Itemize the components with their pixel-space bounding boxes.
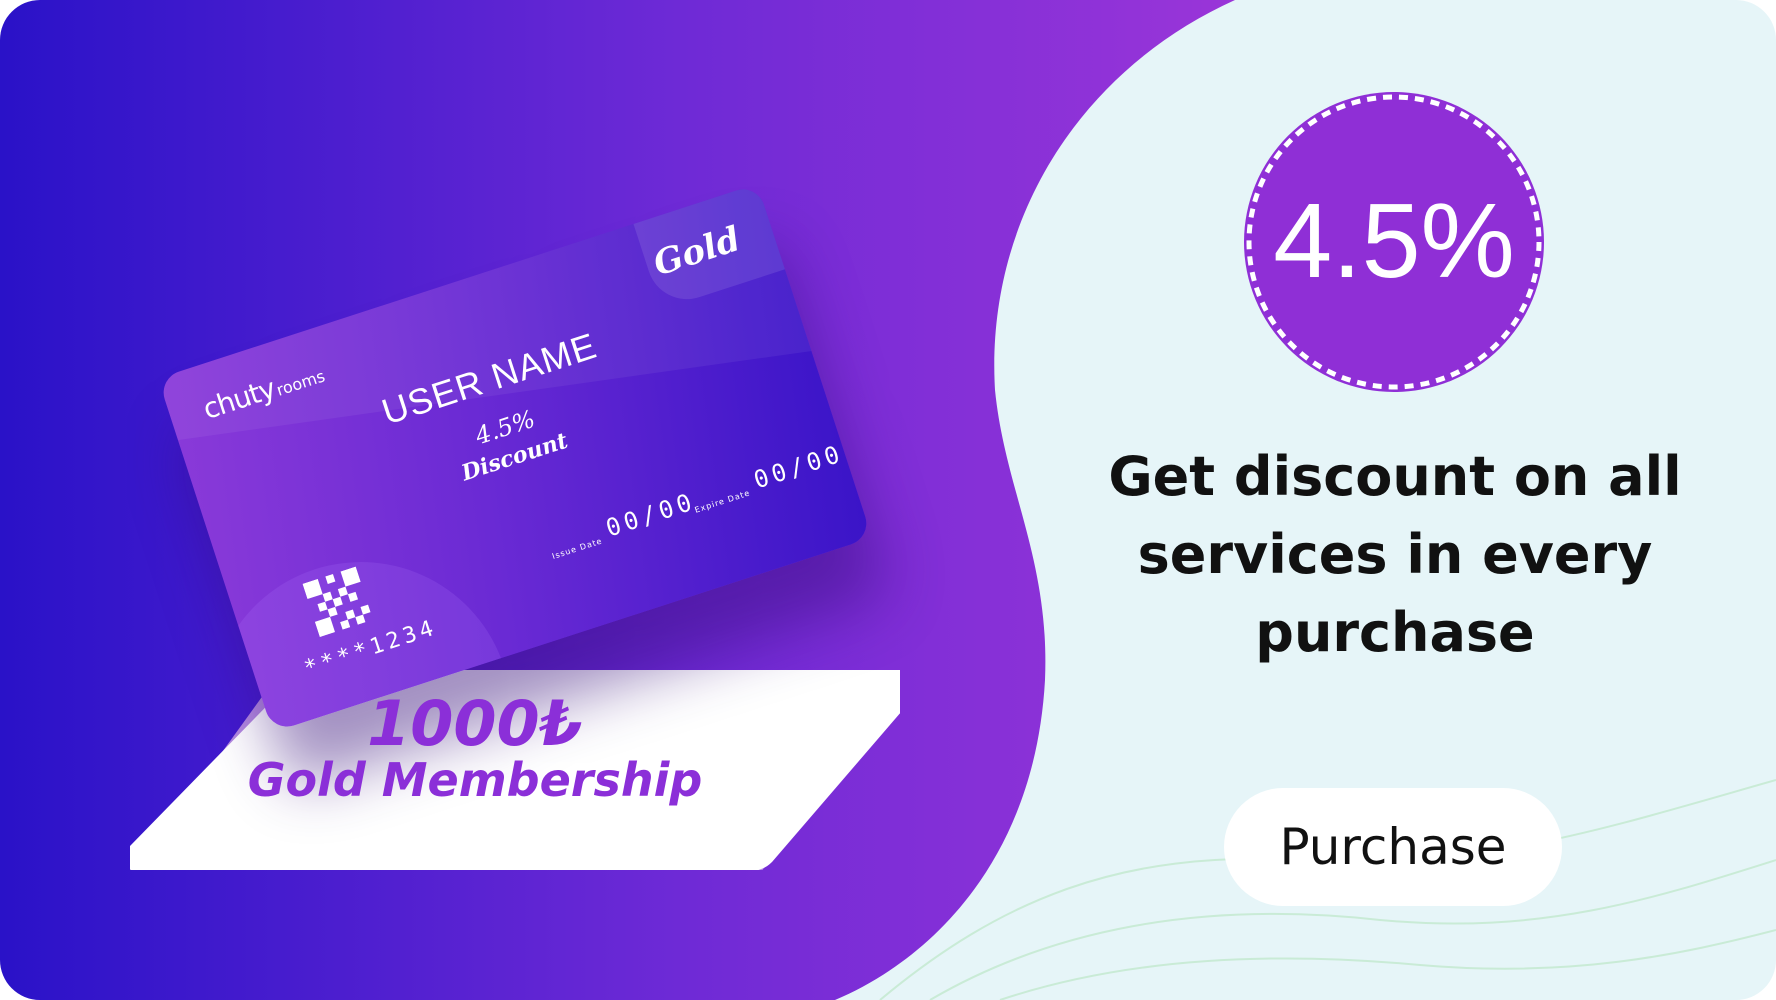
purchase-button[interactable]: Purchase bbox=[1224, 788, 1562, 906]
discount-badge-value: 4.5% bbox=[1273, 182, 1515, 300]
issue-date-value: 00/00 bbox=[602, 487, 699, 543]
issue-date: Issue Date 00/00 bbox=[545, 487, 699, 561]
expire-date-label: Expire Date bbox=[693, 488, 752, 515]
membership-banner: chutyrooms Gold USER NAME 4.5% Discount … bbox=[0, 0, 1776, 1000]
membership-plan-name: Gold Membership bbox=[247, 753, 703, 807]
expire-date: Expire Date 00/00 bbox=[688, 439, 847, 514]
membership-card: chutyrooms Gold USER NAME 4.5% Discount … bbox=[157, 183, 873, 733]
membership-card-area: chutyrooms Gold USER NAME 4.5% Discount … bbox=[157, 132, 873, 733]
issue-date-label: Issue Date bbox=[550, 536, 604, 562]
offer-tagline: Get discount on all services in every pu… bbox=[1108, 445, 1682, 664]
expire-date-value: 00/00 bbox=[750, 439, 847, 495]
membership-price: 1000₺ bbox=[367, 687, 583, 760]
